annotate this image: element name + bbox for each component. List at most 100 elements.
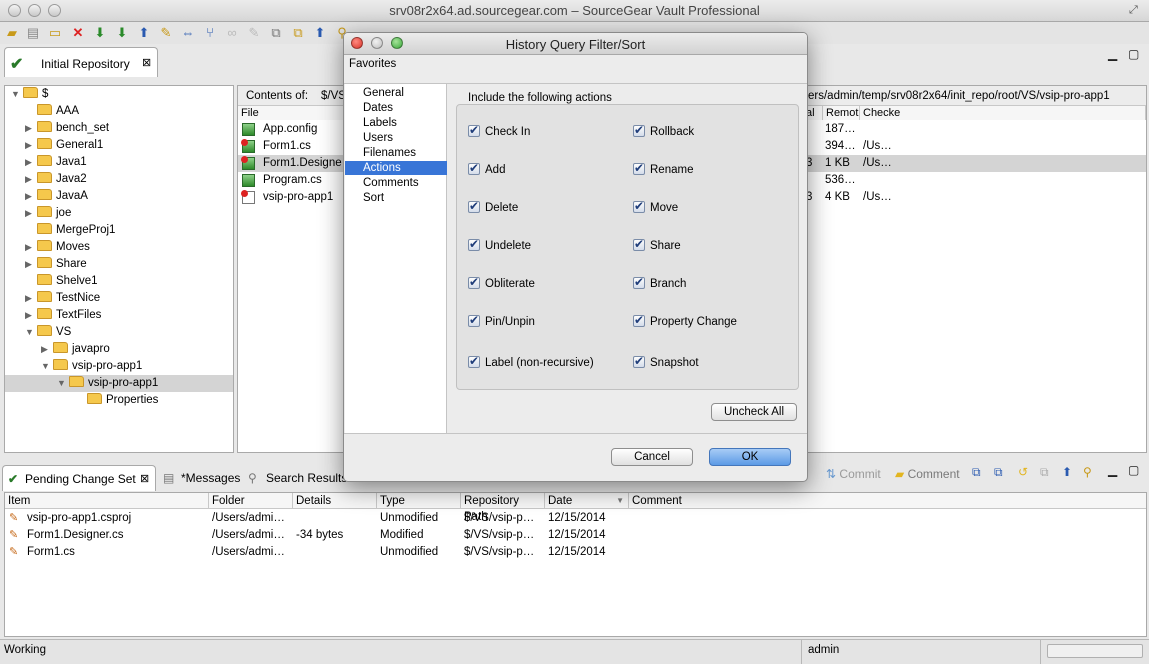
delete-icon[interactable]: ✕	[70, 25, 86, 41]
tree-item[interactable]: ▶ joe	[25, 205, 71, 222]
actions-group-title: Include the following actions	[466, 92, 614, 104]
commit-button[interactable]: ⇅ Commit	[826, 467, 881, 481]
minimize-view-icon[interactable]: ▁	[1108, 47, 1117, 61]
diff-icon[interactable]: ⧉	[1040, 465, 1049, 480]
tree-item[interactable]: ▶ TestNice	[25, 290, 100, 307]
new-folder-icon[interactable]: ▭	[47, 25, 63, 41]
checkbox-branch[interactable]: Branch	[633, 275, 686, 291]
checkbox-snapshot[interactable]: Snapshot	[633, 354, 699, 370]
select-icon[interactable]: ⧉	[972, 465, 981, 480]
fullscreen-icon[interactable]: ⤢	[1129, 4, 1143, 18]
get-latest-icon[interactable]: ⬇	[92, 25, 108, 41]
tree-item-selected[interactable]: ▼ vsip-pro-app1	[5, 375, 233, 392]
tree-item[interactable]: AAA	[25, 103, 79, 120]
nav-item-comments[interactable]: Comments	[345, 176, 447, 190]
table-row[interactable]: ✎ Form1.cs /Users/admi… Unmodified $/VS/…	[5, 544, 1146, 561]
nav-item-actions[interactable]: Actions	[345, 161, 447, 175]
table-row[interactable]: ✎ Form1.Designer.cs /Users/admi… -34 byt…	[5, 527, 1146, 544]
window-title: srv08r2x64.ad.sourcegear.com – SourceGea…	[389, 3, 760, 18]
checkbox-undelete[interactable]: Undelete	[468, 237, 531, 253]
nav-item-general[interactable]: General	[345, 86, 447, 100]
checkbox-property-change[interactable]: Property Change	[633, 313, 737, 329]
tree-item[interactable]: Shelve1	[25, 273, 98, 290]
checkbox-check-in[interactable]: Check In	[468, 123, 530, 139]
tree-item[interactable]: ▶ bench_set	[25, 120, 109, 137]
history-icon[interactable]: ⬆	[312, 25, 328, 41]
column-header-item[interactable]: Item	[5, 493, 209, 509]
maximize-view-icon[interactable]: ▢	[1128, 47, 1139, 61]
nav-item-users[interactable]: Users	[345, 131, 447, 145]
tab-initial-repository[interactable]: ✔ Initial Repository ⊠	[4, 47, 158, 77]
comment-icon: ▰	[895, 467, 905, 481]
checked-out-file-icon	[241, 156, 255, 170]
tree-item[interactable]: ▶ Java2	[25, 171, 87, 188]
nav-item-sort[interactable]: Sort	[345, 191, 447, 205]
column-header-type[interactable]: Type	[377, 493, 461, 509]
tab-messages[interactable]: ▤ *Messages	[163, 465, 243, 491]
tree-item[interactable]: MergeProj1	[25, 222, 115, 239]
favorites-menu[interactable]: Favorites	[349, 58, 396, 70]
maximize-bottom-view-icon[interactable]: ▢	[1128, 463, 1139, 477]
label-icon[interactable]: ⧉	[290, 25, 306, 41]
pencil-icon: ✎	[9, 529, 19, 541]
checkbox-add[interactable]: Add	[468, 161, 505, 177]
checkbox-share[interactable]: Share	[633, 237, 681, 253]
checkbox-label-non-recursive[interactable]: Label (non-recursive)	[468, 354, 594, 370]
column-header-remote[interactable]: Remot	[823, 106, 860, 120]
checkbox-pin-unpin[interactable]: Pin/Unpin	[468, 313, 535, 329]
check-in-icon[interactable]: ⬆	[136, 25, 152, 41]
tree-item[interactable]: ▶ Java1	[25, 154, 87, 171]
tree-item[interactable]: ▶ JavaA	[25, 188, 88, 205]
tab-pending-change-set[interactable]: ✔ Pending Change Set ⊠	[2, 465, 156, 491]
tree-item[interactable]: ▼ vsip-pro-app1	[41, 358, 142, 375]
column-header-date[interactable]: Date ▼	[545, 493, 629, 509]
checkbox-delete[interactable]: Delete	[468, 199, 518, 215]
undo-icon[interactable]: ↺	[1018, 465, 1028, 479]
tab-search-results[interactable]: ⚲ Search Results	[248, 465, 347, 491]
find-icon[interactable]: ⚲	[1083, 465, 1092, 479]
nav-item-filenames[interactable]: Filenames	[345, 146, 447, 160]
column-header-comment[interactable]: Comment	[629, 493, 1146, 509]
tree-item[interactable]: ▶ javapro	[41, 341, 110, 358]
tree-item[interactable]: ▶ TextFiles	[25, 307, 101, 324]
table-row[interactable]: ✎ vsip-pro-app1.csproj /Users/admi… Unmo…	[5, 510, 1146, 527]
checkbox-rollback[interactable]: Rollback	[633, 123, 694, 139]
column-header-repository-path[interactable]: Repository Path	[461, 493, 545, 523]
tree-item[interactable]: Properties	[75, 392, 158, 409]
close-tab-icon[interactable]: ⊠	[142, 56, 151, 69]
compare-icon[interactable]: ⧉	[268, 25, 284, 41]
column-header-folder[interactable]: Folder	[209, 493, 293, 509]
tree-item[interactable]: ▶ Share	[25, 256, 87, 273]
tree-item[interactable]: ▼ VS	[25, 324, 71, 341]
column-header-details[interactable]: Details	[293, 493, 377, 509]
move-icon[interactable]: ⇔	[180, 25, 196, 41]
checkbox-rename[interactable]: Rename	[633, 161, 693, 177]
nav-item-dates[interactable]: Dates	[345, 101, 447, 115]
undo-checkout-icon[interactable]: ✎	[158, 25, 174, 41]
minimize-bottom-view-icon[interactable]: ▁	[1108, 463, 1117, 477]
pin-icon[interactable]: ✎	[246, 25, 262, 41]
column-header-local-size[interactable]: al S	[806, 106, 823, 120]
nav-item-labels[interactable]: Labels	[345, 116, 447, 130]
check-out-icon[interactable]: ⬇	[114, 25, 130, 41]
tree-item-root[interactable]: ▼ $	[11, 86, 48, 103]
comment-button[interactable]: ▰ Comment	[895, 467, 960, 481]
filter-icon[interactable]: ⧉	[994, 465, 1003, 480]
add-file-icon[interactable]: ▤	[25, 25, 41, 41]
link-icon[interactable]: ∞	[224, 25, 240, 41]
close-tab-icon[interactable]: ⊠	[140, 466, 149, 492]
up-icon[interactable]: ⬆	[1062, 465, 1072, 479]
column-header-checked[interactable]: Checke	[860, 106, 1146, 120]
ok-button[interactable]: OK	[709, 448, 791, 466]
branch-icon[interactable]: ⑂	[202, 25, 218, 41]
pending-check-icon: ✔	[8, 472, 19, 486]
cancel-button[interactable]: Cancel	[611, 448, 693, 466]
checkbox-move[interactable]: Move	[633, 199, 678, 215]
vault-check-icon: ✔	[10, 56, 24, 73]
commit-icon: ⇅	[826, 467, 837, 481]
open-folder-icon[interactable]: ▰	[4, 25, 20, 41]
tree-item[interactable]: ▶ General1	[25, 137, 103, 154]
tree-item[interactable]: ▶ Moves	[25, 239, 90, 256]
checkbox-obliterate[interactable]: Obliterate	[468, 275, 535, 291]
uncheck-all-button[interactable]: Uncheck All	[711, 403, 797, 421]
